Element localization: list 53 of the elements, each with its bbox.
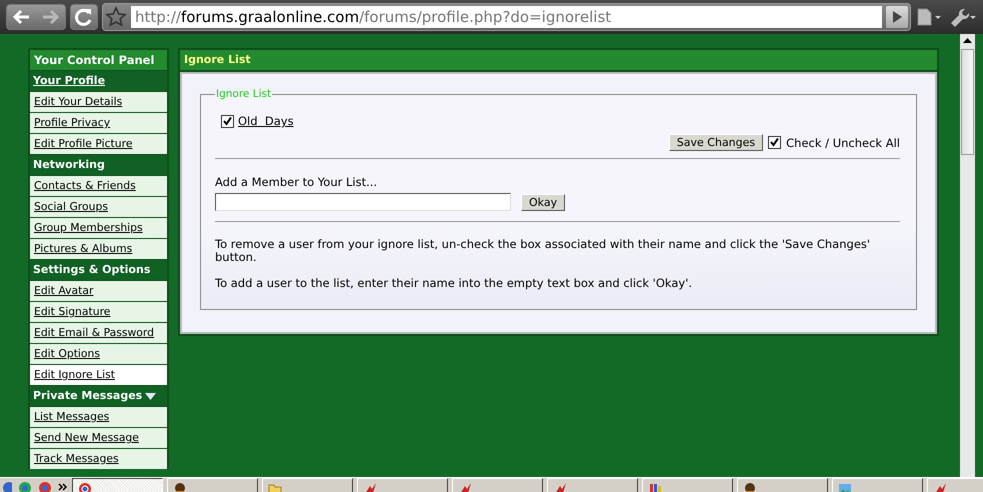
quick-launch-icon[interactable]	[2, 481, 12, 492]
section-heading: Networking	[30, 155, 167, 175]
sidebar-item[interactable]: Edit Email & Password	[30, 323, 167, 343]
sidebar-item[interactable]: Edit Profile Picture	[30, 134, 167, 154]
panel-title: Your Control Panel	[30, 50, 167, 70]
help-text: To add a user to the list, enter their name into the empty text box and click 'Okay'.	[215, 277, 694, 290]
play-icon	[892, 11, 902, 23]
page-icon	[915, 6, 943, 28]
section-heading: Settings & Options	[30, 260, 167, 280]
taskbar-button[interactable]	[72, 478, 163, 492]
figure-icon	[743, 482, 757, 492]
address-field[interactable]: http://forums.graalonline.com/forums/profile.php?do=ignorelist	[131, 6, 882, 28]
sidebar-item[interactable]: Social Groups	[30, 197, 167, 217]
sidebar-item[interactable]: Edit Ignore List	[30, 365, 167, 385]
panel-title: Ignore List	[180, 50, 937, 72]
page-menu-button[interactable]	[915, 6, 943, 28]
fieldset-legend: Ignore List	[215, 88, 272, 100]
sidebar-item[interactable]: Edit Options	[30, 344, 167, 364]
go-button[interactable]	[886, 6, 908, 28]
folder-icon	[268, 482, 282, 492]
section-heading[interactable]: Private Messages	[30, 386, 167, 406]
save-changes-button[interactable]: Save Changes	[668, 134, 764, 151]
sidebar-item[interactable]: Send New Message	[30, 428, 167, 448]
sidebar-item[interactable]: Pictures & Albums	[30, 239, 167, 259]
dropdown-arrow-icon	[145, 392, 156, 400]
quick-launch-icon[interactable]	[38, 481, 52, 492]
sidebar-item[interactable]: Contacts & Friends	[30, 176, 167, 196]
chevron-icon[interactable]	[58, 481, 68, 492]
section-link[interactable]: Your Profile	[30, 71, 167, 91]
sidebar-item[interactable]: Profile Privacy	[30, 113, 167, 133]
figure-icon	[173, 482, 187, 492]
checkbox[interactable]	[221, 114, 234, 128]
sidebar-item[interactable]: Group Memberships	[30, 218, 167, 238]
sidebar-item[interactable]: Edit Signature	[30, 302, 167, 322]
field-label: Add a Member to Your List...	[215, 175, 378, 189]
checkbox-label: Check / Uncheck All	[786, 136, 900, 150]
checkbox[interactable]	[768, 136, 782, 149]
paint-icon	[648, 482, 662, 492]
sidebar-item[interactable]: Edit Your Details	[30, 92, 167, 112]
landscape-icon	[838, 482, 852, 492]
scrollbar-thumb[interactable]	[961, 49, 974, 155]
scrollbar[interactable]	[960, 34, 975, 477]
reload-button[interactable]	[70, 4, 98, 30]
quick-launch-icon[interactable]	[18, 481, 32, 492]
okay-button[interactable]: Okay	[521, 194, 566, 210]
sidebar-item[interactable]: Track Messages	[30, 449, 167, 469]
member-link[interactable]: Old Days	[238, 114, 294, 128]
sidebar-item[interactable]: Edit Avatar	[30, 281, 167, 301]
member-input-field[interactable]	[215, 193, 511, 211]
browser-icon	[78, 482, 92, 492]
help-text: To remove a user from your ignore list, un-check the box associated with their name and click the 'Save Changes' button.	[215, 238, 872, 264]
sidebar-item[interactable]: List Messages	[30, 407, 167, 427]
star-icon[interactable]	[105, 6, 127, 28]
